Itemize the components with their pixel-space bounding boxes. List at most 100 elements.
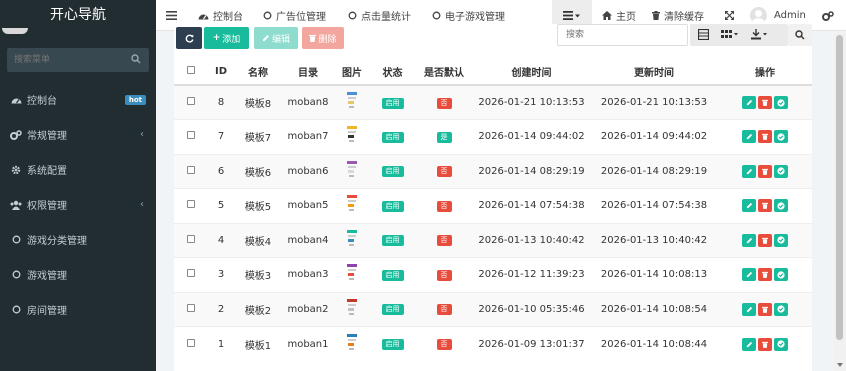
delete-row-button[interactable] bbox=[758, 233, 772, 247]
set-default-row-button[interactable] bbox=[774, 130, 788, 144]
edit-row-button[interactable] bbox=[742, 96, 756, 109]
edit-row-button[interactable] bbox=[742, 233, 756, 247]
column-header[interactable]: ID bbox=[208, 58, 234, 86]
set-default-row-button[interactable] bbox=[774, 233, 788, 247]
template-thumbnail[interactable] bbox=[346, 264, 358, 282]
scrollbar-thumb[interactable] bbox=[836, 35, 843, 340]
template-thumbnail[interactable] bbox=[346, 229, 358, 248]
row-checkbox[interactable] bbox=[187, 338, 195, 347]
sidebar-item-label: 控制台 bbox=[27, 96, 57, 107]
name-cell: 模板8 bbox=[234, 84, 282, 120]
menu-search-input[interactable] bbox=[7, 48, 117, 72]
row-checkbox[interactable] bbox=[187, 303, 195, 312]
delete-button[interactable]: 删除 bbox=[302, 27, 344, 49]
table-search-input[interactable] bbox=[558, 25, 678, 45]
column-header[interactable]: 名称 bbox=[234, 58, 282, 86]
refresh-button[interactable] bbox=[176, 27, 202, 49]
default-badge: 否 bbox=[436, 269, 452, 281]
column-header[interactable]: 状态 bbox=[370, 58, 415, 86]
avatar bbox=[2, 28, 28, 34]
created-time-cell: 2026-01-14 07:54:38 bbox=[473, 188, 590, 223]
delete-row-button[interactable] bbox=[758, 337, 772, 351]
advanced-search-button[interactable] bbox=[788, 24, 812, 46]
template-thumbnail[interactable] bbox=[346, 126, 358, 144]
settings-button[interactable] bbox=[822, 0, 834, 31]
sidebar-item-system-config[interactable]: 系统配置 bbox=[0, 152, 156, 187]
row-select-cell[interactable] bbox=[174, 188, 208, 223]
trash-icon bbox=[762, 203, 768, 210]
sidebar-item-dashboard[interactable]: 控制台 hot bbox=[0, 82, 156, 117]
columns-toggle-button[interactable] bbox=[721, 30, 739, 42]
set-default-row-button[interactable] bbox=[774, 337, 788, 351]
trash-icon bbox=[762, 341, 768, 348]
row-select-cell[interactable] bbox=[174, 326, 208, 361]
table-search-box[interactable] bbox=[557, 24, 688, 46]
row-checkbox[interactable] bbox=[187, 97, 195, 105]
row-select-cell[interactable] bbox=[174, 257, 208, 292]
row-select-cell[interactable] bbox=[174, 222, 208, 258]
sidebar-item-permissions[interactable]: 权限管理 ‹ bbox=[0, 187, 156, 222]
select-all-cell[interactable] bbox=[174, 58, 208, 86]
delete-row-button[interactable] bbox=[758, 199, 772, 213]
edit-row-button[interactable] bbox=[742, 268, 756, 282]
row-checkbox[interactable] bbox=[187, 269, 195, 278]
row-checkbox[interactable] bbox=[187, 200, 195, 209]
table-row[interactable]: 4 模板4 moban4 启用 否 2026-01-13 10:40:42 2026-01-… bbox=[174, 222, 812, 258]
set-default-row-button[interactable] bbox=[774, 199, 788, 213]
select-all-checkbox[interactable] bbox=[187, 65, 195, 74]
column-header[interactable]: 是否默认 bbox=[415, 58, 473, 86]
delete-row-button[interactable] bbox=[758, 130, 772, 144]
table-row[interactable]: 2 模板2 moban2 启用 否 2026-01-10 05:35:46 2026-01-… bbox=[174, 291, 812, 327]
column-header[interactable]: 目录 bbox=[282, 58, 334, 86]
sidebar-item-general[interactable]: 常规管理 ‹ bbox=[0, 117, 156, 152]
edit-row-button[interactable] bbox=[742, 164, 756, 178]
template-thumbnail[interactable] bbox=[346, 92, 358, 110]
edit-button[interactable]: 编辑 bbox=[254, 27, 298, 49]
export-button[interactable] bbox=[697, 28, 710, 43]
sidebar-item-game-management[interactable]: 游戏管理 bbox=[0, 257, 156, 292]
row-select-cell[interactable] bbox=[174, 119, 208, 154]
column-header[interactable]: 图片 bbox=[334, 58, 370, 86]
edit-row-button[interactable] bbox=[742, 199, 756, 213]
template-thumbnail[interactable] bbox=[346, 160, 358, 179]
row-select-cell[interactable] bbox=[174, 291, 208, 327]
edit-row-button[interactable] bbox=[742, 302, 756, 316]
sidebar-item-room-management[interactable]: 房间管理 bbox=[0, 292, 156, 327]
table-row[interactable]: 6 模板6 moban6 启用 否 2026-01-14 08:29:19 2026-01-… bbox=[174, 153, 812, 189]
updated-time-cell: 2026-01-14 10:08:44 bbox=[590, 326, 718, 361]
edit-row-button[interactable] bbox=[742, 130, 756, 144]
set-default-row-button[interactable] bbox=[774, 302, 788, 316]
row-select-cell[interactable] bbox=[174, 153, 208, 189]
edit-row-button[interactable] bbox=[742, 337, 756, 351]
export-dropdown-button[interactable] bbox=[751, 29, 769, 43]
template-thumbnail[interactable] bbox=[346, 298, 358, 317]
set-default-row-button[interactable] bbox=[774, 164, 788, 178]
delete-row-button[interactable] bbox=[758, 164, 772, 178]
scroll-down-arrow-icon[interactable] bbox=[837, 363, 843, 367]
operations-cell bbox=[718, 84, 812, 120]
column-header[interactable]: 更新时间 bbox=[590, 58, 718, 86]
template-thumbnail[interactable] bbox=[346, 333, 358, 352]
set-default-row-button[interactable] bbox=[774, 268, 788, 282]
row-checkbox[interactable] bbox=[187, 165, 195, 174]
delete-row-button[interactable] bbox=[758, 302, 772, 316]
column-header[interactable]: 创建时间 bbox=[473, 58, 590, 86]
delete-row-button[interactable] bbox=[758, 96, 772, 109]
search-icon[interactable] bbox=[131, 54, 141, 64]
table-row[interactable]: 8 模板8 moban8 启用 否 2026-01-21 10:13:53 2026-01-… bbox=[174, 84, 812, 120]
row-checkbox[interactable] bbox=[187, 131, 195, 140]
set-default-row-button[interactable] bbox=[774, 96, 788, 109]
add-button[interactable]: + 添加 bbox=[204, 27, 249, 49]
delete-row-button[interactable] bbox=[758, 268, 772, 282]
menu-search-box[interactable] bbox=[7, 48, 149, 72]
row-select-cell[interactable] bbox=[174, 84, 208, 120]
table-row[interactable]: 3 模板3 moban3 启用 否 2026-01-12 11:39:23 2026-01-… bbox=[174, 257, 812, 292]
template-thumbnail[interactable] bbox=[346, 195, 358, 213]
cogs-icon bbox=[10, 129, 22, 141]
row-checkbox[interactable] bbox=[187, 234, 195, 243]
table-row[interactable]: 5 模板5 moban5 启用 否 2026-01-14 07:54:38 2026-01-… bbox=[174, 188, 812, 223]
sidebar-item-game-category[interactable]: 游戏分类管理 bbox=[0, 222, 156, 257]
page-scrollbar[interactable] bbox=[834, 33, 846, 371]
table-row[interactable]: 1 模板1 moban1 启用 否 2026-01-09 13:01:37 2026-01-… bbox=[174, 326, 812, 361]
table-row[interactable]: 7 模板7 moban7 启用 是 2026-01-14 09:44:02 2026-01-… bbox=[174, 119, 812, 154]
